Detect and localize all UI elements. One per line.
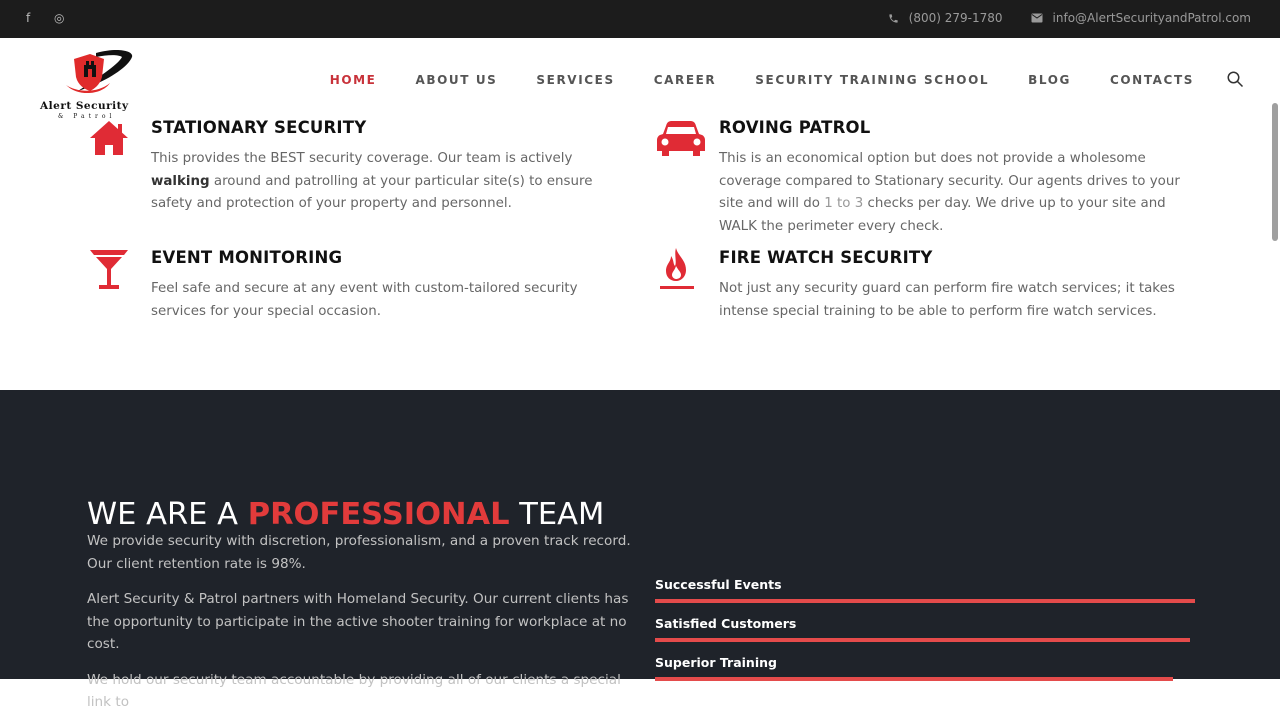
paragraph: We provide security with discretion, pro… bbox=[87, 533, 631, 572]
nav-blog[interactable]: BLOG bbox=[1028, 73, 1071, 87]
search-button[interactable] bbox=[1226, 70, 1244, 92]
feature-title: EVENT MONITORING bbox=[151, 248, 343, 267]
nav-home[interactable]: HOME bbox=[330, 73, 377, 87]
skill-fill bbox=[655, 677, 1174, 681]
house-icon bbox=[90, 121, 128, 155]
professional-team-section: WE ARE A PROFESSIONAL TEAM We provide se… bbox=[0, 390, 1280, 710]
email-link[interactable]: info@AlertSecurityandPatrol.com bbox=[1031, 11, 1251, 25]
car-icon bbox=[657, 121, 705, 156]
skill-track bbox=[655, 677, 1195, 681]
search-icon bbox=[1227, 71, 1244, 88]
envelope-icon bbox=[1031, 13, 1043, 23]
email-address: info@AlertSecurityandPatrol.com bbox=[1052, 11, 1251, 25]
logo-text: Alert Security bbox=[40, 100, 129, 112]
phone-number: (800) 279-1780 bbox=[908, 11, 1003, 25]
nav-career[interactable]: CAREER bbox=[654, 73, 717, 87]
phone-link[interactable]: (800) 279-1780 bbox=[888, 11, 1003, 25]
skill-track bbox=[655, 599, 1195, 603]
feature-description: This provides the BEST security coverage… bbox=[151, 151, 593, 212]
skill-bars: Successful Events Satisfied Customers Su… bbox=[655, 575, 1195, 692]
feature-title: ROVING PATROL bbox=[719, 118, 871, 137]
feature-description: Feel safe and secure at any event with c… bbox=[151, 281, 578, 319]
skill-bar: Successful Events bbox=[655, 575, 1195, 614]
skill-label: Superior Training bbox=[655, 655, 777, 670]
skill-bar: Superior Training bbox=[655, 653, 1195, 692]
skill-track bbox=[655, 638, 1195, 642]
main-nav: HOME ABOUT US SERVICES CAREER SECURITY T… bbox=[330, 73, 1194, 87]
feature-title: FIRE WATCH SECURITY bbox=[719, 248, 933, 267]
section-body: We provide security with discretion, pro… bbox=[87, 530, 632, 727]
social-links: f ◎ bbox=[26, 11, 64, 25]
cocktail-glass-icon bbox=[90, 250, 128, 289]
feature-title: STATIONARY SECURITY bbox=[151, 118, 367, 137]
skill-label: Satisfied Customers bbox=[655, 616, 797, 631]
nav-security-training-school[interactable]: SECURITY TRAINING SCHOOL bbox=[755, 73, 989, 87]
feature-description: Not just any security guard can perform … bbox=[719, 281, 1175, 319]
instagram-icon[interactable]: ◎ bbox=[54, 11, 64, 25]
site-header: Alert Security & Patrol HOME ABOUT US SE… bbox=[0, 38, 1280, 120]
nav-about-us[interactable]: ABOUT US bbox=[415, 73, 497, 87]
skill-bar: Satisfied Customers bbox=[655, 614, 1195, 653]
paragraph: Alert Security & Patrol partners with Ho… bbox=[87, 591, 629, 652]
skill-label: Successful Events bbox=[655, 577, 782, 592]
logo-shield-icon bbox=[66, 50, 133, 94]
contact-info: (800) 279-1780 info@AlertSecurityandPatr… bbox=[888, 11, 1251, 25]
facebook-icon[interactable]: f bbox=[26, 11, 36, 25]
top-bar: f ◎ (800) 279-1780 info@AlertSecurityand… bbox=[0, 0, 1280, 38]
page-scrollbar[interactable] bbox=[1272, 103, 1278, 241]
nav-services[interactable]: SERVICES bbox=[536, 73, 614, 87]
skill-fill bbox=[655, 599, 1195, 603]
flame-icon bbox=[660, 248, 694, 289]
paragraph: We hold our security team accountable by… bbox=[87, 671, 621, 711]
feature-description: This is an economical option but does no… bbox=[719, 151, 1180, 235]
skill-fill bbox=[655, 638, 1190, 642]
logo[interactable]: Alert Security & Patrol bbox=[38, 47, 144, 120]
nav-contacts[interactable]: CONTACTS bbox=[1110, 73, 1194, 87]
phone-icon bbox=[889, 13, 898, 23]
section-heading: WE ARE A PROFESSIONAL TEAM bbox=[87, 497, 605, 532]
